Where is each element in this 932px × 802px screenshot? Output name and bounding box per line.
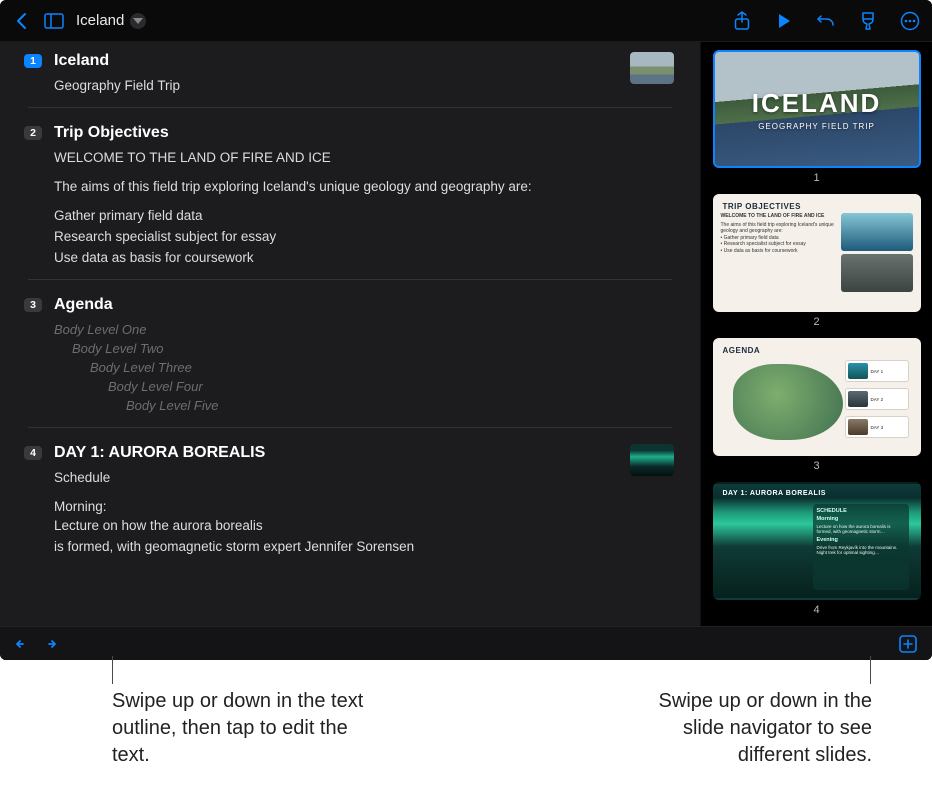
back-icon[interactable] [12, 11, 32, 31]
play-icon[interactable] [774, 11, 794, 31]
slide-number-badge: 4 [24, 446, 42, 460]
agenda-card: DAY 2 [845, 388, 909, 410]
divider [28, 279, 672, 280]
placeholder[interactable]: Body Level Four [54, 379, 672, 394]
undo-icon[interactable] [816, 11, 836, 31]
slide-number-badge: 1 [24, 54, 42, 68]
toolbar-right [732, 11, 920, 31]
thumb-title: ICELAND [752, 88, 882, 119]
thumb-images [841, 213, 913, 292]
slide-number-badge: 2 [24, 126, 42, 140]
slide-body-heading[interactable]: Morning: [28, 499, 672, 514]
help-callouts: Swipe up or down in the text outline, th… [0, 660, 932, 664]
bottom-toolbar [0, 626, 932, 660]
slide-title[interactable]: Iceland [54, 52, 109, 70]
placeholder[interactable]: Body Level One [54, 322, 672, 337]
outline-slide-3[interactable]: 3 Agenda Body Level One Body Level Two B… [28, 296, 672, 428]
slide-title[interactable]: DAY 1: AURORA BOREALIS [54, 444, 265, 462]
callout-outline: Swipe up or down in the text outline, th… [112, 688, 372, 769]
slide-subtitle[interactable]: Geography Field Trip [28, 78, 672, 93]
bullet[interactable]: Gather primary field data [54, 208, 672, 223]
slide-body-lines[interactable]: Lecture on how the aurora borealis is fo… [28, 518, 672, 554]
mini-thumb-icon [630, 52, 674, 84]
chevron-down-icon [130, 13, 146, 29]
mini-thumb-icon [630, 444, 674, 476]
slide-thumb-2[interactable]: TRIP OBJECTIVES WELCOME TO THE LAND OF F… [711, 194, 922, 328]
placeholder[interactable]: Body Level Three [54, 360, 672, 375]
thumb-number: 1 [813, 172, 819, 184]
slide-subtitle[interactable]: Schedule [28, 470, 672, 485]
outline-pane[interactable]: 1 Iceland Geography Field Trip 2 Trip Ob… [0, 42, 700, 626]
map-icon [733, 364, 843, 440]
sidebar-icon[interactable] [44, 11, 64, 31]
outline-slide-2[interactable]: 2 Trip Objectives WELCOME TO THE LAND OF… [28, 124, 672, 280]
share-icon[interactable] [732, 11, 752, 31]
app-window: Iceland [0, 0, 932, 660]
thumb-header: AGENDA [715, 340, 919, 357]
slide-navigator[interactable]: ICELAND GEOGRAPHY FIELD TRIP 1 TRIP OBJE… [700, 42, 932, 626]
outline-slide-1[interactable]: 1 Iceland Geography Field Trip [28, 52, 672, 108]
top-toolbar: Iceland [0, 0, 932, 42]
slide-title[interactable]: Agenda [54, 296, 113, 314]
bullet[interactable]: Use data as basis for coursework [54, 250, 672, 265]
divider [28, 107, 672, 108]
thumb-header: TRIP OBJECTIVES [715, 196, 919, 213]
placeholder[interactable]: Body Level Two [54, 341, 672, 356]
body-line[interactable]: Lecture on how the aurora borealis [54, 518, 672, 533]
callout-navigator: Swipe up or down in the slide navigator … [612, 688, 872, 769]
thumb-number: 2 [813, 316, 819, 328]
format-brush-icon[interactable] [858, 11, 878, 31]
callout-line [870, 656, 871, 684]
slide-subtitle[interactable]: WELCOME TO THE LAND OF FIRE AND ICE [28, 150, 672, 165]
agenda-card: DAY 1 [845, 360, 909, 382]
title-text: Iceland [76, 12, 124, 29]
toolbar-left: Iceland [12, 11, 146, 31]
body-line[interactable]: is formed, with geomagnetic storm expert… [54, 539, 672, 554]
slide-thumb-4[interactable]: DAY 1: AURORA BOREALIS SCHEDULE Morning … [711, 482, 922, 616]
body-level-placeholders[interactable]: Body Level One Body Level Two Body Level… [28, 322, 672, 413]
thumb-image[interactable]: ICELAND GEOGRAPHY FIELD TRIP [713, 50, 921, 168]
divider [28, 427, 672, 428]
callout-line [112, 656, 113, 684]
thumb-text: WELCOME TO THE LAND OF FIRE AND ICE The … [721, 213, 837, 292]
thumb-image[interactable]: AGENDA DAY 1 DAY 2 DAY 3 [713, 338, 921, 456]
more-icon[interactable] [900, 11, 920, 31]
slide-number-badge: 3 [24, 298, 42, 312]
thumb-panel: SCHEDULE Morning Lecture on how the auro… [813, 504, 909, 590]
thumb-number: 3 [813, 460, 819, 472]
thumb-number: 4 [813, 604, 819, 616]
bullet[interactable]: Research specialist subject for essay [54, 229, 672, 244]
outdent-icon[interactable] [14, 634, 34, 654]
thumb-subtitle: GEOGRAPHY FIELD TRIP [758, 122, 875, 131]
outline-slide-4[interactable]: 4 DAY 1: AURORA BOREALIS Schedule Mornin… [28, 444, 672, 554]
slide-bullets[interactable]: Gather primary field data Research speci… [28, 208, 672, 265]
slide-thumb-3[interactable]: AGENDA DAY 1 DAY 2 DAY 3 3 [711, 338, 922, 472]
document-title[interactable]: Iceland [76, 12, 146, 29]
thumb-image[interactable]: DAY 1: AURORA BOREALIS SCHEDULE Morning … [713, 482, 921, 600]
placeholder[interactable]: Body Level Five [54, 398, 672, 413]
main-split: 1 Iceland Geography Field Trip 2 Trip Ob… [0, 42, 932, 626]
indent-icon[interactable] [46, 634, 66, 654]
slide-thumb-1[interactable]: ICELAND GEOGRAPHY FIELD TRIP 1 [711, 50, 922, 184]
agenda-card: DAY 3 [845, 416, 909, 438]
thumb-header: DAY 1: AURORA BOREALIS [715, 484, 919, 497]
slide-body[interactable]: The aims of this field trip exploring Ic… [28, 179, 672, 194]
add-slide-icon[interactable] [898, 634, 918, 654]
slide-title[interactable]: Trip Objectives [54, 124, 169, 142]
thumb-image[interactable]: TRIP OBJECTIVES WELCOME TO THE LAND OF F… [713, 194, 921, 312]
